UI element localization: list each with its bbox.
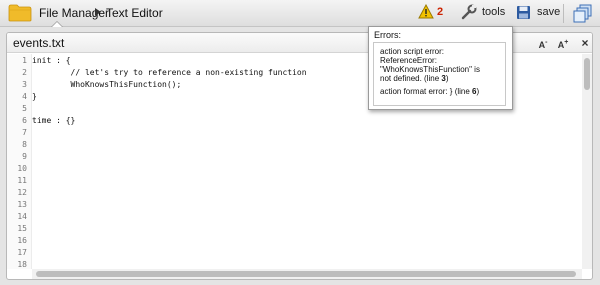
- error-item[interactable]: action script error: ReferenceError: "Wh…: [380, 47, 480, 83]
- line-number: 2: [22, 68, 27, 77]
- windows-button[interactable]: [572, 3, 594, 23]
- line-number: 15: [17, 224, 27, 233]
- breadcrumb-arrow-icon: [95, 8, 101, 16]
- error-line: "WhoKnowsThisFunction" is: [380, 65, 480, 74]
- errors-popup: Errors: action script error: ReferenceEr…: [368, 26, 513, 110]
- breadcrumb-text-editor: Text Editor: [106, 6, 163, 20]
- top-bar: File Manager Text Editor 2 tools save: [0, 0, 600, 27]
- code-line: }: [32, 92, 37, 101]
- line-number: 9: [22, 152, 27, 161]
- errors-popup-title: Errors:: [374, 30, 401, 40]
- decrease-font-button[interactable]: A-: [534, 35, 552, 51]
- warning-icon: [418, 4, 434, 19]
- toolbar-divider: [563, 4, 564, 23]
- error-line: not defined. (line 3): [380, 74, 480, 83]
- warnings-count: 2: [437, 6, 444, 18]
- line-number: 10: [17, 164, 27, 173]
- save-button[interactable]: save: [516, 3, 561, 23]
- line-number: 14: [17, 212, 27, 221]
- line-number: 17: [17, 248, 27, 257]
- folder-icon[interactable]: [8, 4, 32, 22]
- line-number: 5: [22, 104, 27, 113]
- save-label: save: [537, 6, 561, 18]
- line-number: 11: [17, 176, 27, 185]
- error-text: action format error: } (line: [380, 87, 473, 96]
- line-number: 1: [22, 56, 27, 65]
- wrench-icon: [461, 4, 477, 20]
- errors-list: action script error: ReferenceError: "Wh…: [373, 42, 506, 106]
- line-number: 3: [22, 80, 27, 89]
- increase-font-button[interactable]: A+: [554, 35, 572, 51]
- line-number: 18: [17, 260, 27, 269]
- app-window: File Manager Text Editor 2 tools save ev…: [0, 0, 600, 285]
- code-line: WhoKnowsThisFunction();: [32, 80, 182, 89]
- error-text-end: ): [476, 87, 480, 96]
- error-item[interactable]: action format error: } (line 6): [380, 87, 479, 96]
- line-number: 12: [17, 188, 27, 197]
- tools-label: tools: [482, 6, 506, 18]
- close-editor-button[interactable]: ×: [577, 35, 592, 51]
- tools-button[interactable]: tools: [461, 3, 506, 23]
- horizontal-scrollbar[interactable]: [32, 269, 582, 279]
- line-number: 16: [17, 236, 27, 245]
- code-line: // let's try to reference a non-existing…: [32, 68, 307, 77]
- popup-pointer-fill: [52, 22, 62, 27]
- error-text-end: ): [445, 74, 449, 83]
- line-number: 7: [22, 128, 27, 137]
- horizontal-scroll-thumb[interactable]: [36, 271, 576, 277]
- line-number: 8: [22, 140, 27, 149]
- warnings-button[interactable]: 2: [418, 3, 456, 23]
- vertical-scroll-thumb[interactable]: [584, 58, 590, 90]
- error-text: not defined. (line: [380, 74, 442, 83]
- file-name: events.txt: [13, 36, 65, 50]
- floppy-disk-icon: [517, 6, 530, 19]
- code-line: time : {}: [32, 116, 76, 125]
- line-number-gutter: 1 2 3 4 5 6 7 8 9 10 11 12 13 14 15 16 1…: [7, 54, 32, 269]
- error-line: ReferenceError:: [380, 56, 437, 65]
- vertical-scrollbar[interactable]: [582, 54, 592, 269]
- line-number: 13: [17, 200, 27, 209]
- line-number: 4: [22, 92, 27, 101]
- code-line: init : {: [32, 56, 71, 65]
- error-line: action script error:: [380, 47, 445, 56]
- line-number: 6: [22, 116, 27, 125]
- stacked-windows-icon: [573, 4, 592, 23]
